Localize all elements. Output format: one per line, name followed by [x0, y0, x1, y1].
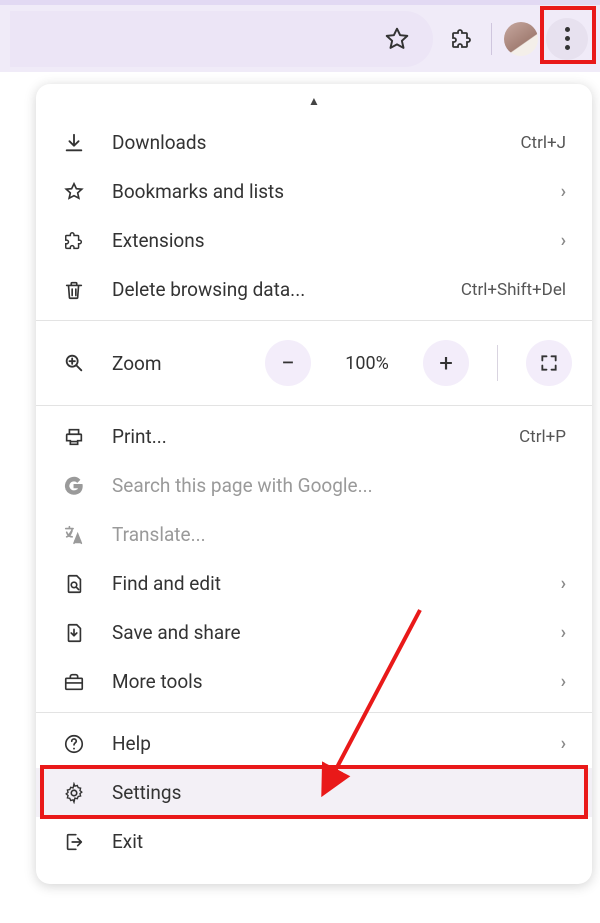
menu-shortcut: Ctrl+J — [520, 133, 566, 153]
menu-label: Help — [112, 732, 535, 755]
menu-item-save-share[interactable]: Save and share › — [36, 608, 592, 657]
chevron-right-icon: › — [561, 733, 566, 754]
menu-item-translate: Translate... — [36, 510, 592, 559]
menu-label: Exit — [112, 830, 566, 853]
zoom-separator — [497, 345, 498, 381]
fullscreen-icon — [539, 353, 559, 373]
menu-label: Extensions — [112, 229, 535, 252]
kebab-icon — [546, 18, 588, 60]
star-icon — [62, 180, 86, 204]
print-icon — [62, 425, 86, 449]
menu-item-more-tools[interactable]: More tools › — [36, 657, 592, 706]
menu-item-print[interactable]: Print... Ctrl+P — [36, 412, 592, 461]
extensions-button[interactable] — [439, 16, 485, 62]
address-bar-tail — [10, 11, 433, 67]
toolbox-icon — [62, 670, 86, 694]
menu-label: More tools — [112, 670, 535, 693]
menu-item-downloads[interactable]: Downloads Ctrl+J — [36, 118, 592, 167]
menu-item-settings[interactable]: Settings — [36, 768, 592, 817]
find-in-page-icon — [62, 572, 86, 596]
menu-scroll-up-caret[interactable]: ▲ — [36, 94, 592, 118]
menu-item-bookmarks[interactable]: Bookmarks and lists › — [36, 167, 592, 216]
download-icon — [62, 131, 86, 155]
chevron-right-icon: › — [561, 671, 566, 692]
trash-icon — [62, 278, 86, 302]
menu-label: Translate... — [112, 523, 566, 546]
menu-item-search-page: Search this page with Google... — [36, 461, 592, 510]
menu-label: Find and edit — [112, 572, 535, 595]
save-share-icon — [62, 621, 86, 645]
menu-item-delete-data[interactable]: Delete browsing data... Ctrl+Shift+Del — [36, 265, 592, 314]
translate-icon — [62, 523, 86, 547]
menu-shortcut: Ctrl+P — [519, 427, 566, 447]
main-menu-button[interactable] — [544, 16, 590, 62]
menu-item-zoom: Zoom − 100% + — [36, 327, 592, 399]
menu-divider — [36, 712, 592, 713]
puzzle-icon — [62, 229, 86, 253]
menu-label: Search this page with Google... — [112, 474, 566, 497]
chevron-right-icon: › — [561, 181, 566, 202]
menu-item-exit[interactable]: Exit — [36, 817, 592, 866]
zoom-icon — [62, 351, 86, 375]
menu-label: Delete browsing data... — [112, 278, 435, 301]
menu-label: Bookmarks and lists — [112, 180, 535, 203]
menu-label: Downloads — [112, 131, 494, 154]
menu-label: Print... — [112, 425, 493, 448]
zoom-out-button[interactable]: − — [265, 340, 311, 386]
bookmark-star-button[interactable] — [375, 17, 419, 61]
browser-toolbar — [0, 0, 600, 72]
google-icon — [62, 474, 86, 498]
help-icon — [62, 732, 86, 756]
main-menu-dropdown: ▲ Downloads Ctrl+J Bookmarks and lists ›… — [36, 84, 592, 884]
menu-item-help[interactable]: Help › — [36, 719, 592, 768]
menu-label: Save and share — [112, 621, 535, 644]
gear-icon — [62, 781, 86, 805]
chevron-right-icon: › — [561, 573, 566, 594]
menu-divider — [36, 405, 592, 406]
chevron-right-icon: › — [561, 230, 566, 251]
menu-shortcut: Ctrl+Shift+Del — [461, 280, 566, 300]
menu-label: Settings — [112, 781, 566, 804]
exit-icon — [62, 830, 86, 854]
profile-button[interactable] — [498, 16, 544, 62]
puzzle-icon — [450, 27, 474, 51]
menu-divider — [36, 320, 592, 321]
zoom-label: Zoom — [112, 352, 239, 375]
star-outline-icon — [384, 26, 410, 52]
menu-item-find-edit[interactable]: Find and edit › — [36, 559, 592, 608]
toolbar-separator — [491, 23, 492, 55]
fullscreen-button[interactable] — [526, 340, 572, 386]
zoom-value: 100% — [337, 353, 397, 374]
avatar-icon — [504, 22, 538, 56]
menu-item-extensions[interactable]: Extensions › — [36, 216, 592, 265]
chevron-right-icon: › — [561, 622, 566, 643]
zoom-in-button[interactable]: + — [423, 340, 469, 386]
